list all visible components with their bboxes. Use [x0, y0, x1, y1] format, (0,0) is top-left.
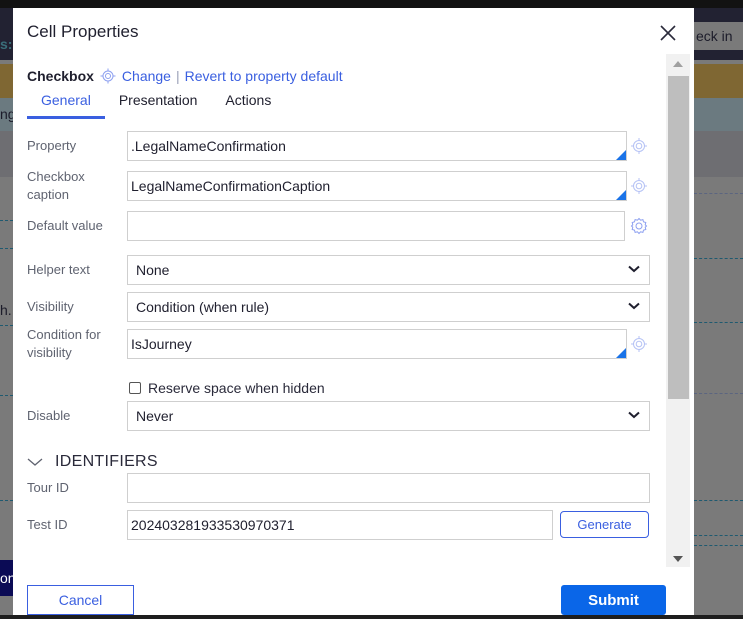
- cell-properties-dialog: Cell Properties Checkbox Change | Revert…: [13, 8, 694, 615]
- revert-to-default-link[interactable]: Revert to property default: [185, 68, 343, 84]
- disable-label: Disable: [27, 408, 71, 423]
- dialog-scrollbar[interactable]: [666, 54, 690, 567]
- bg-divider: [694, 258, 743, 259]
- chevron-down-icon: [628, 302, 640, 310]
- condition-for-visibility-label: Condition for visibility: [27, 327, 101, 360]
- tab-bar: General Presentation Actions: [27, 91, 285, 119]
- bg-divider: [694, 500, 743, 501]
- bg-divider: [694, 193, 743, 194]
- test-id-input[interactable]: 20240328193353097037​1: [127, 510, 553, 540]
- helper-text-select[interactable]: None: [127, 255, 650, 285]
- bg-divider: [694, 535, 743, 536]
- checkbox-caption-label: Checkbox caption: [27, 169, 85, 202]
- gear-icon[interactable]: [630, 217, 648, 235]
- close-button[interactable]: [657, 22, 679, 44]
- condition-for-visibility-input[interactable]: IsJourney: [127, 329, 627, 359]
- bg-text-fragment: h.: [0, 302, 12, 318]
- tab-presentation[interactable]: Presentation: [105, 91, 212, 116]
- identifiers-section-toggle[interactable]: IDENTIFIERS: [27, 453, 158, 471]
- link-separator: |: [175, 68, 180, 84]
- control-type-label: Checkbox: [27, 68, 94, 84]
- dialog-title: Cell Properties: [27, 22, 139, 41]
- change-link[interactable]: Change: [122, 68, 171, 84]
- scroll-down-arrow-icon[interactable]: [673, 556, 683, 562]
- cancel-button[interactable]: Cancel: [27, 585, 134, 615]
- bg-divider: [694, 322, 743, 323]
- tab-general[interactable]: General: [27, 91, 105, 119]
- visibility-label: Visibility: [27, 299, 74, 314]
- bottom-bar: [0, 615, 743, 619]
- scroll-up-arrow-icon[interactable]: [673, 61, 683, 67]
- visibility-select[interactable]: Condition (when rule): [127, 292, 650, 322]
- bg-divider: [0, 248, 13, 249]
- condition-for-visibility-value: IsJourney: [131, 336, 192, 352]
- identifiers-heading: IDENTIFIERS: [55, 453, 158, 470]
- bg-divider: [694, 393, 743, 394]
- reserve-space-label[interactable]: Reserve space when hidden: [148, 380, 325, 396]
- test-id-label: Test ID: [27, 517, 68, 532]
- disable-value: Never: [136, 408, 174, 424]
- default-value-label: Default value: [27, 218, 103, 233]
- top-bar: [0, 0, 743, 8]
- chevron-down-icon: [27, 458, 43, 466]
- tour-id-input[interactable]: [127, 473, 650, 503]
- bg-divider: [0, 395, 13, 396]
- chevron-down-icon: [628, 411, 640, 419]
- autocomplete-marker: [616, 348, 626, 358]
- bg-text-fragment: ng: [0, 106, 13, 122]
- caption-picker-icon[interactable]: [630, 177, 648, 195]
- check-in-button: eck in: [694, 22, 743, 50]
- bg-button-fragment: on: [0, 560, 13, 596]
- generate-button[interactable]: Generate: [560, 511, 649, 538]
- property-value: .LegalNameConfirmation: [131, 138, 286, 154]
- bg-divider: [0, 500, 13, 501]
- autocomplete-marker: [616, 150, 626, 160]
- autocomplete-marker: [616, 190, 626, 200]
- bg-text-fragment: s:: [0, 36, 13, 52]
- bg-divider: [0, 220, 13, 221]
- property-picker-icon[interactable]: [630, 137, 648, 155]
- default-value-input[interactable]: [127, 211, 625, 241]
- control-type-row: Checkbox Change | Revert to property def…: [27, 68, 343, 84]
- reserve-space-checkbox[interactable]: [129, 382, 141, 394]
- crosshair-icon[interactable]: [100, 68, 116, 84]
- visibility-value: Condition (when rule): [136, 299, 270, 315]
- condition-picker-icon[interactable]: [630, 335, 648, 353]
- test-id-value: 20240328193353097037​1: [131, 517, 295, 533]
- submit-button[interactable]: Submit: [561, 585, 666, 615]
- chevron-down-icon: [628, 265, 640, 273]
- tour-id-label: Tour ID: [27, 480, 69, 495]
- disable-select[interactable]: Never: [127, 401, 650, 431]
- property-label: Property: [27, 138, 77, 153]
- checkbox-caption-input[interactable]: LegalNameConfirmationCaption: [127, 171, 627, 201]
- tab-actions[interactable]: Actions: [211, 91, 285, 116]
- checkbox-caption-value: LegalNameConfirmationCaption: [131, 178, 331, 194]
- bg-divider: [0, 325, 13, 326]
- scroll-thumb[interactable]: [668, 76, 689, 399]
- close-icon: [660, 25, 676, 41]
- bg-divider: [694, 545, 743, 546]
- helper-text-label: Helper text: [27, 262, 90, 277]
- helper-text-value: None: [136, 262, 170, 278]
- property-input[interactable]: .LegalNameConfirmation: [127, 131, 627, 161]
